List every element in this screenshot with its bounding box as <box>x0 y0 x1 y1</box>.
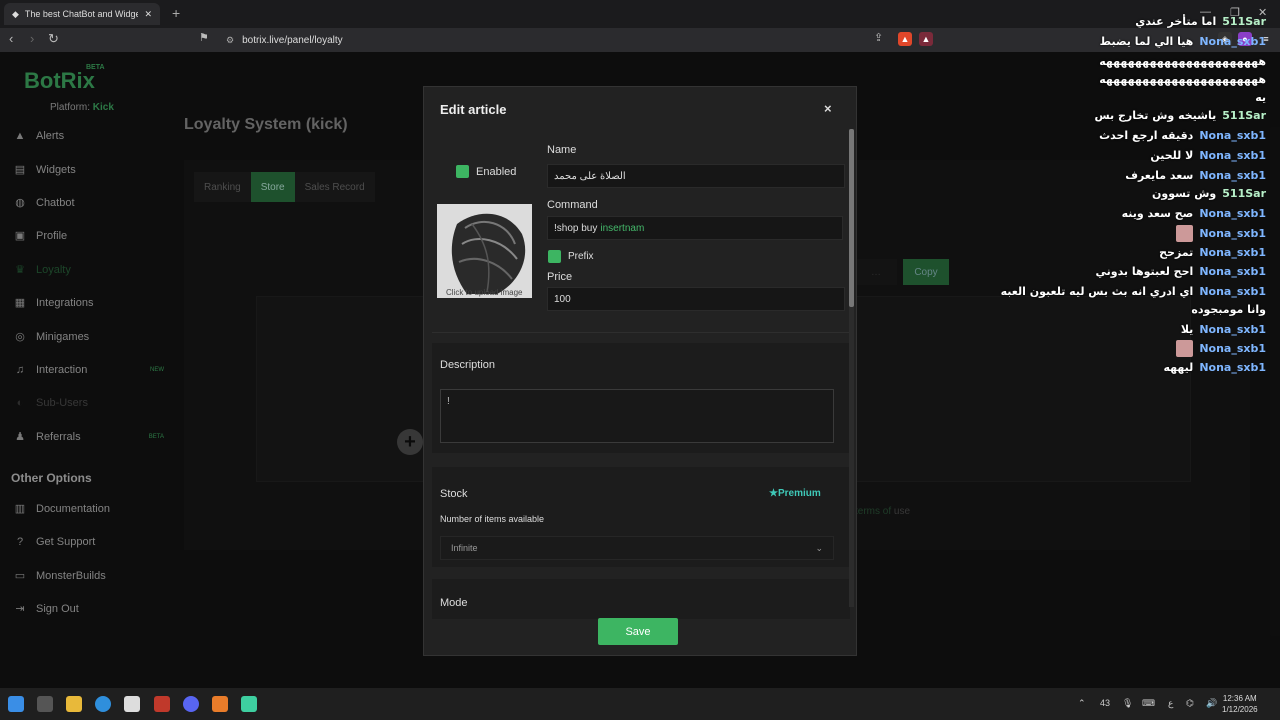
premium-label: Premium <box>777 488 821 499</box>
prefix-label: Prefix <box>568 251 594 262</box>
address-bar: ‹ › ↻ ⚑ ⚙ botrix.live/panel/loyalty ⇪ ▲ … <box>0 28 1280 52</box>
microphone-icon[interactable]: 🎙 <box>1122 698 1133 709</box>
mode-section <box>432 579 850 619</box>
url-text: botrix.live/panel/loyalty <box>242 34 343 46</box>
voice-app-icon[interactable] <box>154 696 170 712</box>
forward-icon[interactable]: › <box>30 31 34 46</box>
clock-time: 12:36 AM <box>1222 694 1257 703</box>
clock[interactable]: 12:36 AM 1/12/2026 <box>1222 693 1258 715</box>
stock-label: Stock <box>440 488 468 500</box>
command-value: !shop buy <box>554 222 598 234</box>
new-tab-icon[interactable]: + <box>172 5 180 21</box>
browser-tabbar: ◆ The best ChatBot and Widgets f ✕ + — ❐… <box>0 0 1280 28</box>
vpn-icon[interactable]: ◈ <box>1218 32 1232 46</box>
windows-taskbar: ⌃ 43 🎙 ⌨ ع ⌬ 🔊 12:36 AM 1/12/2026 <box>0 688 1280 720</box>
premium-badge: ★Premium <box>769 488 821 499</box>
modal-scrollbar[interactable] <box>849 129 854 607</box>
task-view-icon[interactable] <box>37 696 53 712</box>
reload-icon[interactable]: ↻ <box>48 31 59 47</box>
stock-value: Infinite <box>451 543 478 553</box>
description-textarea[interactable]: ! <box>440 389 834 443</box>
close-icon[interactable]: × <box>824 101 832 116</box>
app-icon[interactable] <box>241 696 257 712</box>
browser-tab[interactable]: ◆ The best ChatBot and Widgets f ✕ <box>4 3 160 25</box>
stock-select[interactable]: Infinite ⌄ <box>440 536 834 560</box>
price-input[interactable]: 100 <box>547 287 845 311</box>
brave-rewards-icon[interactable]: ▲ <box>919 32 933 46</box>
article-image-upload[interactable] <box>437 204 532 298</box>
notepad-icon[interactable] <box>124 696 140 712</box>
checkbox-checked-icon[interactable] <box>456 165 469 178</box>
scrollbar-thumb[interactable] <box>849 129 854 307</box>
bookmark-icon[interactable]: ⚑ <box>199 31 209 44</box>
price-label: Price <box>547 271 573 283</box>
command-placeholder-token: insertnam <box>600 222 645 234</box>
save-button[interactable]: Save <box>598 618 678 645</box>
file-explorer-icon[interactable] <box>66 696 82 712</box>
star-icon: ★ <box>769 488 778 499</box>
modal-title: Edit article <box>440 102 507 117</box>
command-input[interactable]: !shop buy insertnam <box>547 216 843 240</box>
hair-photo-image <box>437 204 532 298</box>
discord-icon[interactable] <box>183 696 199 712</box>
tray-count: 43 <box>1100 698 1111 708</box>
windows-start-icon[interactable] <box>8 696 24 712</box>
tab-title: The best ChatBot and Widgets f <box>24 9 139 19</box>
brave-icon[interactable] <box>212 696 228 712</box>
price-value: 100 <box>554 293 571 305</box>
site-favicon-icon: ◆ <box>12 8 19 19</box>
stock-sublabel: Number of items available <box>440 514 545 524</box>
back-icon[interactable]: ‹ <box>9 31 13 46</box>
network-icon[interactable]: ⌬ <box>1186 698 1194 709</box>
chrome-icon[interactable] <box>95 696 111 712</box>
enabled-toggle[interactable]: Enabled <box>456 165 516 178</box>
minimize-icon[interactable]: — <box>1200 6 1211 18</box>
description-value: ! <box>447 396 450 407</box>
chevron-down-icon: ⌄ <box>815 542 823 553</box>
tab-close-icon[interactable]: ✕ <box>144 9 152 20</box>
clock-date: 1/12/2026 <box>1222 705 1258 714</box>
url-field[interactable]: ⚙ botrix.live/panel/loyalty <box>226 31 946 49</box>
mode-label: Mode <box>440 597 468 609</box>
maximize-icon[interactable]: ❐ <box>1230 6 1240 19</box>
keyboard-icon[interactable]: ⌨ <box>1142 698 1155 709</box>
tray-expand-icon[interactable]: ⌃ <box>1078 698 1086 709</box>
site-info-icon[interactable]: ⚙ <box>226 35 234 46</box>
command-label: Command <box>547 199 598 211</box>
menu-icon[interactable]: ≡ <box>1259 32 1273 46</box>
description-label: Description <box>440 359 496 371</box>
name-value: الصلاة على محمد <box>554 170 626 182</box>
checkbox-checked-icon[interactable] <box>548 250 561 263</box>
window-close-icon[interactable]: ✕ <box>1258 6 1267 19</box>
edit-article-modal: Edit article × Enabled Name الصلاة على م… <box>423 86 857 656</box>
brave-shield-icon[interactable]: ▲ <box>898 32 912 46</box>
extension-icon[interactable]: ● <box>1238 32 1252 46</box>
name-label: Name <box>547 144 577 156</box>
upload-caption: Click to upload image <box>446 288 523 297</box>
enabled-label: Enabled <box>476 165 517 178</box>
divider <box>432 332 850 333</box>
name-input[interactable]: الصلاة على محمد <box>547 164 845 188</box>
share-icon[interactable]: ⇪ <box>874 31 883 44</box>
prefix-toggle[interactable]: Prefix <box>548 250 594 263</box>
language-icon[interactable]: ع <box>1168 698 1173 709</box>
volume-icon[interactable]: 🔊 <box>1206 698 1217 709</box>
